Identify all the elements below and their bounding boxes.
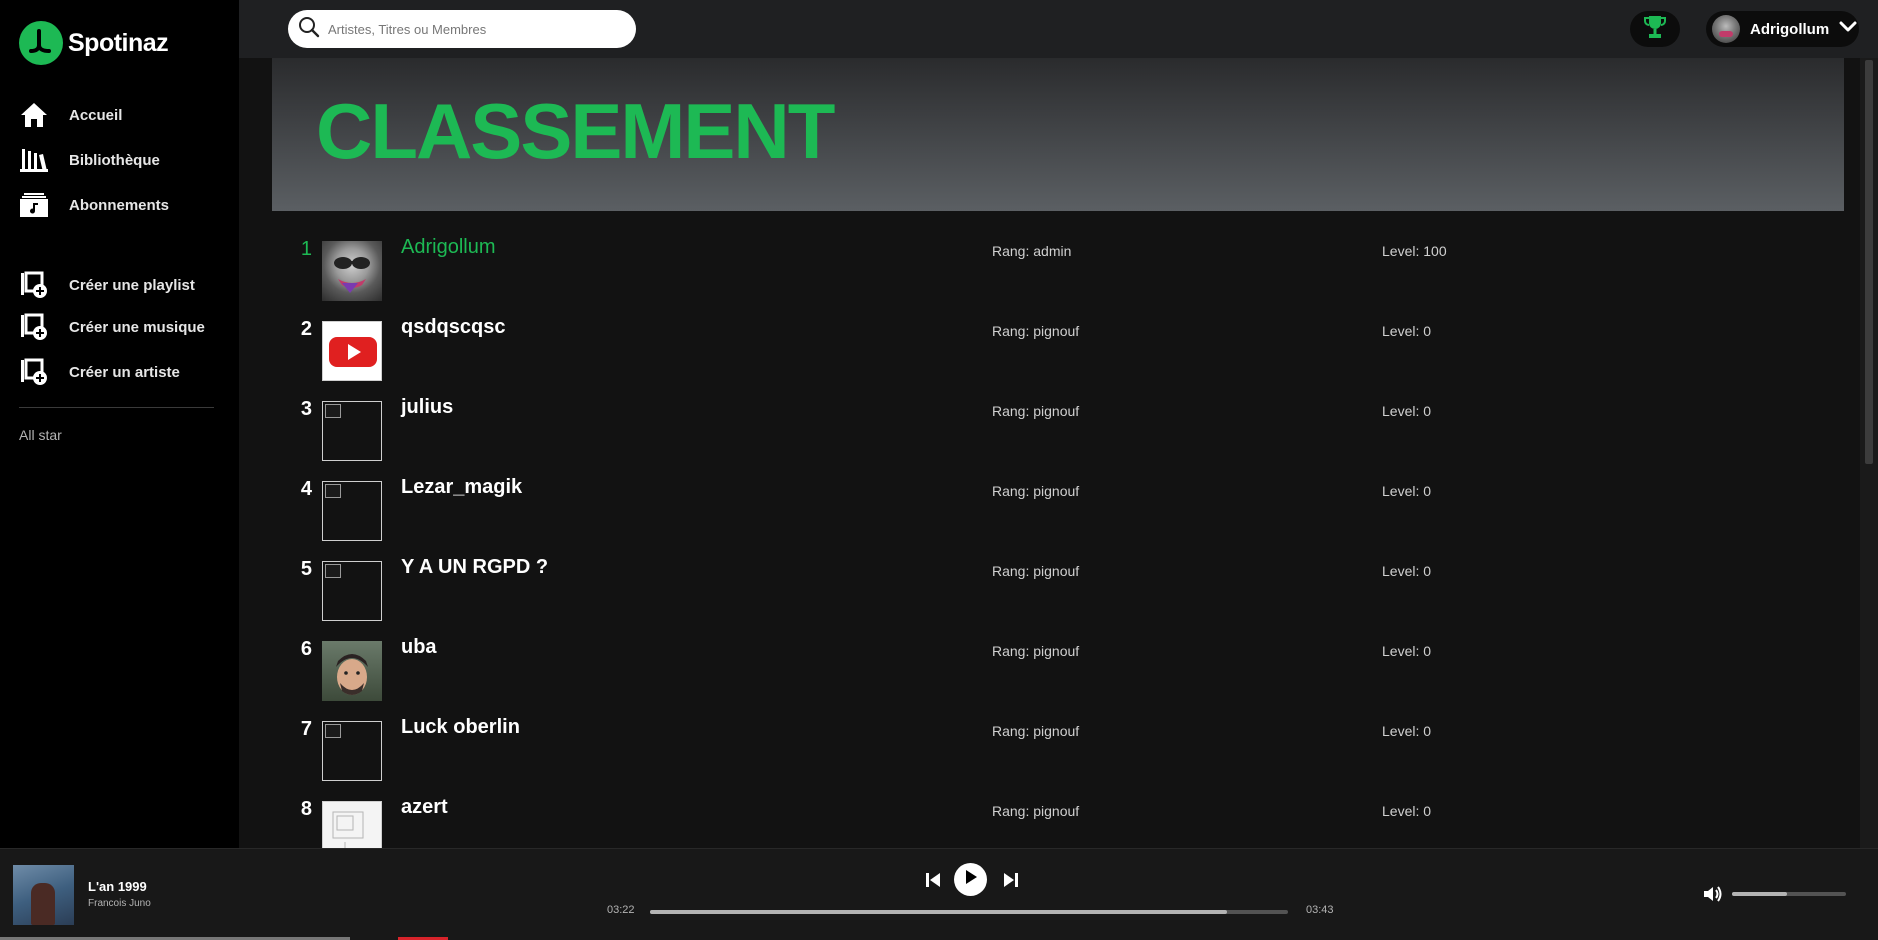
next-button[interactable] [1002,871,1020,894]
previous-button[interactable] [924,871,942,894]
user-rang: Rang: pignouf [992,563,1080,579]
sidebar-divider [19,407,214,408]
home-icon [19,100,49,130]
scrollbar-thumb[interactable] [1865,60,1873,464]
avatar [1712,15,1740,43]
user-name[interactable]: Adrigollum [401,236,495,259]
user-name[interactable]: Y A UN RGPD ? [401,556,548,579]
library-icon [19,145,49,175]
nav-label: Abonnements [69,196,170,214]
add-playlist-icon [19,270,49,300]
nav-item-bibliotheque[interactable]: Bibliothèque [19,145,160,175]
ranking-row[interactable]: 6 uba Rang: pignouf Level: 0 [272,611,1844,701]
nav-item-create-artist[interactable]: Créer un artiste [19,357,180,387]
play-icon [964,869,978,890]
user-level: Level: 0 [1382,563,1432,579]
rank-number: 3 [300,398,312,420]
progress-bar[interactable] [650,910,1288,914]
ranking-row[interactable]: 1 Adrigollum Rang: admin Level: 100 [272,211,1844,301]
player-bar: L'an 1999 Francois Juno [0,848,1878,940]
nav-label: Créer une playlist [69,276,195,294]
user-name[interactable]: Luck oberlin [401,716,520,739]
rank-number: 4 [300,478,312,500]
ranking-row[interactable]: 7 Luck oberlin Rang: pignouf Level: 0 [272,691,1844,781]
user-rang: Rang: pignouf [992,403,1080,419]
volume-button[interactable] [1703,885,1723,908]
user-rang: Rang: pignouf [992,723,1080,739]
user-rang: Rang: pignouf [992,323,1080,339]
rank-number: 8 [300,798,312,820]
user-name[interactable]: uba [401,636,437,659]
scrollbar[interactable] [1860,58,1878,848]
trophy-icon [1643,14,1667,45]
user-level: Level: 0 [1382,723,1432,739]
user-rang: Rang: pignouf [992,803,1080,819]
nav-label: Créer un artiste [69,363,180,381]
ranking-list: 1 Adrigollum Rang: admin Level: 100 2 qs… [272,211,1844,848]
nav-item-create-music[interactable]: Créer une musique [19,312,205,342]
chevron-down-icon [1839,20,1857,38]
ranking-row[interactable]: 5 Y A UN RGPD ? Rang: pignouf Level: 0 [272,531,1844,621]
ranking-button[interactable] [1630,11,1680,47]
user-level: Level: 0 [1382,803,1432,819]
user-name[interactable]: Lezar_magik [401,476,522,499]
nav-item-accueil[interactable]: Accueil [19,100,122,130]
rank-number: 1 [300,238,312,260]
user-name[interactable]: azert [401,796,448,819]
user-level: Level: 0 [1382,643,1432,659]
ranking-row[interactable]: 4 Lezar_magik Rang: pignouf Level: 0 [272,451,1844,541]
sketch-avatar-icon [322,801,382,848]
volume-fill [1732,892,1787,896]
page-header: CLASSEMENT [272,58,1844,211]
rank-number: 6 [300,638,312,660]
nav-label: Créer une musique [69,318,205,336]
user-rang: Rang: pignouf [992,483,1080,499]
nav-item-create-playlist[interactable]: Créer une playlist [19,270,195,300]
topbar: Adrigollum [239,0,1878,58]
add-artist-icon [19,357,49,387]
nav-label: Accueil [69,106,123,124]
brand[interactable]: Spotinaz [19,21,169,65]
user-name[interactable]: julius [401,396,453,419]
page-title: CLASSEMENT [316,87,835,175]
search-icon [298,16,320,43]
nav-item-abonnements[interactable]: Abonnements [19,190,169,220]
user-level: Level: 0 [1382,483,1432,499]
user-level: Level: 0 [1382,323,1432,339]
user-level: Level: 100 [1382,243,1447,259]
spotinaz-logo-icon [19,21,63,65]
sidebar: Spotinaz Accueil Bibliothèque Abonnement… [0,0,239,848]
user-rang: Rang: pignouf [992,643,1080,659]
skip-next-icon [1002,873,1020,893]
now-playing-title[interactable]: L'an 1999 [88,879,147,894]
ranking-row[interactable]: 8 azert Rang: pignouf Level: 0 [272,771,1844,848]
total-time: 03:43 [1306,904,1334,916]
volume-slider[interactable] [1732,892,1846,896]
progress-fill [650,910,1228,914]
current-time: 03:22 [607,904,635,916]
add-music-icon [19,312,49,342]
nav-label: Bibliothèque [69,151,160,169]
user-menu-button[interactable]: Adrigollum [1706,11,1859,47]
search-input[interactable] [328,21,618,37]
brand-name: Spotinaz [68,28,169,57]
volume-icon [1703,886,1723,907]
album-cover[interactable] [13,865,74,925]
ranking-row[interactable]: 3 julius Rang: pignouf Level: 0 [272,371,1844,461]
play-button[interactable] [954,863,987,896]
rank-number: 2 [300,318,312,340]
now-playing-artist[interactable]: Francois Juno [88,898,151,909]
ranking-row[interactable]: 2 qsdqscqsc Rang: pignouf Level: 0 [272,291,1844,381]
user-rang: Rang: admin [992,243,1072,259]
search-bar[interactable] [288,10,636,48]
playlist-item-all-star[interactable]: All star [19,427,62,443]
skip-previous-icon [924,873,942,893]
rank-number: 7 [300,718,312,740]
user-level: Level: 0 [1382,403,1432,419]
user-name[interactable]: qsdqscqsc [401,316,505,339]
rank-number: 5 [300,558,312,580]
user-name: Adrigollum [1750,20,1830,38]
subscriptions-icon [19,190,49,220]
